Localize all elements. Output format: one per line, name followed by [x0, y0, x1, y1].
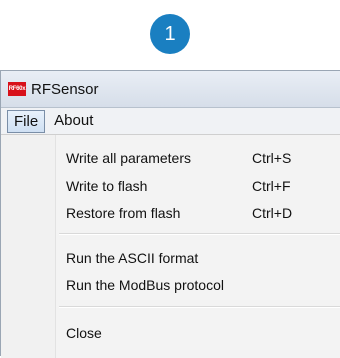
menu-item-label: Run the ASCII format — [66, 250, 199, 266]
menu-item-write-all-parameters[interactable]: Write all parameters Ctrl+S — [66, 146, 340, 170]
menu-item-label: Write all parameters — [66, 150, 192, 166]
menu-separator — [59, 233, 340, 235]
file-dropdown-menu: Write all parameters Ctrl+S Write to fla… — [1, 134, 340, 358]
menu-item-shortcut: Ctrl+S — [252, 150, 292, 166]
menu-item-shortcut: Ctrl+D — [252, 205, 293, 221]
menu-file[interactable]: File — [7, 109, 46, 133]
menu-item-run-modbus-protocol[interactable]: Run the ModBus protocol — [66, 273, 340, 297]
menu-separator — [59, 306, 340, 308]
menu-item-restore-from-flash[interactable]: Restore from flash Ctrl+D — [66, 201, 340, 225]
menu-icon-gutter — [1, 135, 56, 358]
menu-item-label: Write to flash — [66, 178, 148, 194]
menu-bar: File About — [1, 108, 340, 135]
menu-item-label: Restore from flash — [66, 205, 181, 221]
menu-about[interactable]: About — [45, 109, 102, 133]
title-bar: RF60x RFSensor — [1, 71, 340, 108]
app-logo-icon: RF60x — [8, 82, 26, 96]
menu-item-label: Close — [66, 325, 102, 341]
menu-item-run-ascii-format[interactable]: Run the ASCII format — [66, 246, 340, 270]
step-number-badge: 1 — [150, 14, 190, 54]
menu-item-label: Run the ModBus protocol — [66, 277, 224, 293]
menu-item-shortcut: Ctrl+F — [252, 178, 291, 194]
app-window: RF60x RFSensor File About Write all para… — [0, 70, 340, 358]
menu-item-write-to-flash[interactable]: Write to flash Ctrl+F — [66, 174, 340, 198]
menu-item-close[interactable]: Close — [66, 321, 340, 345]
window-title: RFSensor — [31, 80, 99, 98]
